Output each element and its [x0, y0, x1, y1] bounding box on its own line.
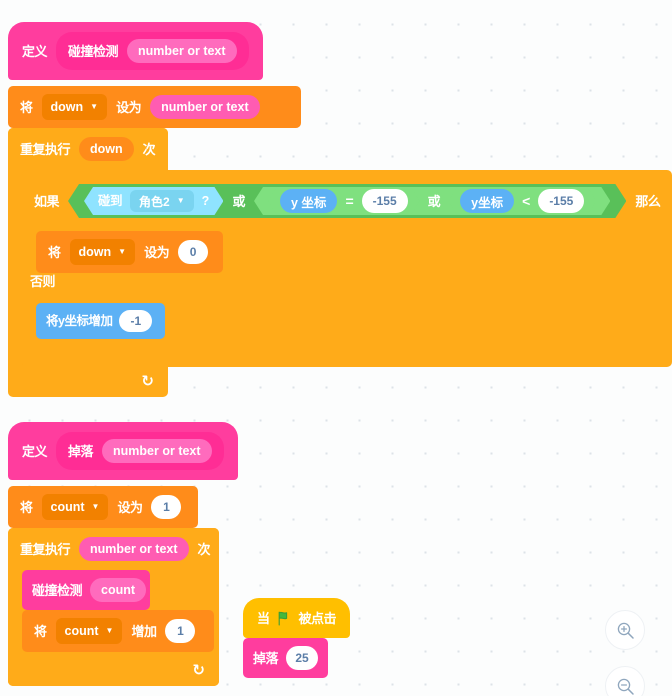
procedure-name-label: 掉落: [253, 650, 279, 666]
set-variable-block-down[interactable]: 将 down ▼ 设为 number or text: [8, 86, 301, 128]
to-label: 设为: [116, 99, 142, 115]
else-label: 否则: [30, 274, 56, 289]
less-than-operator[interactable]: y坐标 < -155: [448, 187, 596, 215]
change-variable-block-count[interactable]: 将 count ▼ 增加 1: [22, 610, 214, 652]
repeat-times-input[interactable]: down: [79, 137, 134, 161]
zoom-in-icon: [617, 622, 634, 639]
set-label: 将: [20, 499, 33, 515]
define-label: 定义: [22, 43, 48, 59]
variable-dropdown-count[interactable]: count ▼: [55, 618, 123, 644]
procedure-name-label: 掉落: [68, 443, 94, 459]
touching-question-mark: ?: [201, 193, 210, 208]
less-than-value-input[interactable]: -155: [538, 189, 584, 213]
or-label-1: 或: [232, 193, 245, 209]
change-y-label: 将y坐标增加: [46, 313, 113, 328]
loop-arrow-icon: ↻: [141, 373, 154, 390]
set-label: 将: [20, 99, 33, 115]
variable-reporter-y-1[interactable]: y 坐标: [280, 189, 337, 213]
repeat-label: 重复执行: [20, 141, 71, 157]
variable-dropdown-down[interactable]: down ▼: [69, 239, 136, 265]
when-label: 当: [257, 610, 270, 626]
zoom-out-icon: [617, 678, 634, 695]
else-label-row: 否则: [30, 274, 56, 289]
equals-operator[interactable]: y 坐标 = -155: [268, 187, 420, 215]
variable-dropdown-down[interactable]: down ▼: [41, 94, 108, 120]
call-procedure-collision[interactable]: 碰撞检测 count: [22, 570, 150, 610]
repeat-block-header-2[interactable]: 重复执行 number or text 次: [8, 528, 219, 570]
or-operator-outer[interactable]: 碰到 角色2 ▼ ? 或 y 坐标 = -155 或 y坐标 < -155: [68, 184, 626, 218]
equals-symbol: =: [345, 193, 354, 209]
change-value-input[interactable]: 1: [165, 619, 196, 643]
set-value-input[interactable]: number or text: [150, 95, 260, 119]
call-procedure-fall[interactable]: 掉落 25: [243, 638, 328, 678]
procedure-prototype[interactable]: 碰撞检测 number or text: [56, 32, 249, 70]
change-y-by-block[interactable]: 将y坐标增加 -1: [36, 303, 165, 339]
chevron-down-icon: ▼: [90, 102, 99, 111]
set-variable-block-count[interactable]: 将 count ▼ 设为 1: [8, 486, 198, 528]
procedure-name-label: 碰撞检测: [68, 43, 119, 59]
equals-value-input[interactable]: -155: [362, 189, 408, 213]
repeat-times-label: 次: [197, 541, 211, 557]
set-value-input[interactable]: 0: [178, 240, 209, 264]
define-label: 定义: [22, 443, 48, 459]
procedure-argument-reporter[interactable]: number or text: [102, 439, 212, 463]
green-flag-icon: [277, 611, 292, 626]
then-label: 那么: [635, 193, 661, 209]
change-label: 将: [34, 623, 47, 639]
if-condition-row[interactable]: 如果 碰到 角色2 ▼ ? 或 y 坐标 = -155 或 y坐标 < -155…: [22, 178, 672, 224]
change-y-value-input[interactable]: -1: [119, 310, 153, 332]
define-hat-block-collision[interactable]: 定义 碰撞检测 number or text: [8, 22, 263, 80]
zoom-in-button[interactable]: [605, 610, 645, 650]
clicked-label: 被点击: [298, 610, 337, 626]
zoom-out-button[interactable]: [605, 666, 645, 696]
touching-block[interactable]: 碰到 角色2 ▼ ?: [84, 187, 223, 215]
procedure-argument-input[interactable]: 25: [286, 646, 318, 670]
if-label: 如果: [34, 193, 60, 209]
variable-reporter-y-2[interactable]: y坐标: [460, 189, 514, 213]
set-label: 将: [48, 244, 61, 260]
variable-dropdown-label: count: [50, 500, 85, 514]
variable-dropdown-label: down: [50, 100, 84, 114]
or-operator-inner[interactable]: y 坐标 = -155 或 y坐标 < -155: [254, 187, 610, 215]
to-label: 设为: [144, 244, 170, 260]
when-flag-clicked-hat[interactable]: 当 被点击: [243, 598, 351, 638]
chevron-down-icon: ▼: [176, 196, 185, 205]
repeat-times-label: 次: [142, 141, 156, 157]
by-label: 增加: [131, 623, 157, 639]
procedure-argument-reporter[interactable]: number or text: [127, 39, 237, 63]
variable-dropdown-label: count: [64, 624, 99, 638]
procedure-prototype[interactable]: 掉落 number or text: [56, 432, 224, 470]
procedure-name-label: 碰撞检测: [32, 582, 83, 598]
define-hat-block-fall[interactable]: 定义 掉落 number or text: [8, 422, 238, 480]
touching-label: 碰到: [98, 193, 123, 208]
variable-dropdown-count[interactable]: count ▼: [41, 494, 109, 520]
touching-target-dropdown[interactable]: 角色2 ▼: [130, 190, 194, 212]
procedure-argument-input[interactable]: count: [90, 578, 147, 602]
repeat-block-footer[interactable]: ↻: [8, 365, 168, 397]
blocks-workspace[interactable]: 定义 碰撞检测 number or text 将 down ▼ 设为 numbe…: [0, 0, 672, 696]
chevron-down-icon: ▼: [91, 502, 100, 511]
repeat-times-input[interactable]: number or text: [79, 537, 189, 561]
touching-target-label: 角色2: [139, 194, 170, 209]
less-than-symbol: <: [522, 193, 531, 209]
set-variable-block-down-zero[interactable]: 将 down ▼ 设为 0: [36, 231, 223, 273]
repeat-block-footer-2[interactable]: ↻: [8, 654, 219, 686]
chevron-down-icon: ▼: [105, 626, 114, 635]
repeat-label: 重复执行: [20, 541, 71, 557]
variable-dropdown-label: down: [78, 245, 112, 259]
to-label: 设为: [117, 499, 143, 515]
repeat-block-header[interactable]: 重复执行 down 次: [8, 128, 168, 170]
loop-arrow-icon: ↻: [192, 662, 205, 679]
set-value-input[interactable]: 1: [151, 495, 182, 519]
or-label-2: 或: [427, 193, 441, 209]
chevron-down-icon: ▼: [118, 247, 127, 256]
